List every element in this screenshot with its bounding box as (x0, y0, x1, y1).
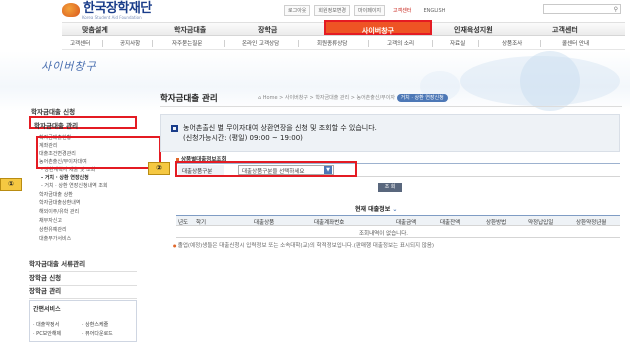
lnb-major-item[interactable]: 학자금대출 서류관리 (29, 258, 137, 272)
col-method: 상환방법 (486, 220, 507, 226)
breadcrumb-item[interactable]: 사이버창구 (285, 95, 308, 101)
footnote: 졸업(예정)생들은 대출신청시 입력정보 또는 소속대학(교)의 학적정보입니다… (173, 241, 434, 249)
col-semester: 학기 (196, 220, 207, 226)
quick-services: 간편서비스 · 대출약정서 · 상환스케줄 · PC보안해제 · 뷰어다운로드 (29, 300, 137, 342)
search-input[interactable]: ⚲ (543, 4, 621, 14)
lnb-sub-item[interactable]: 채무자신고 (39, 217, 62, 224)
breadcrumb-current: 거치 · 상환 연장신청 (396, 94, 448, 102)
quick-link[interactable]: · PC보안해제 (33, 330, 61, 337)
quick-link[interactable]: · 뷰어다운로드 (82, 330, 113, 337)
gnb-item-plan[interactable]: 맞춤설계 (82, 25, 108, 35)
hero-title: 사이버창구 (41, 60, 97, 73)
logout-link[interactable]: 로그아웃 (284, 5, 311, 16)
notice-line-2: (신청가능시간: (평일) 09:00 ~ 19:00) (183, 134, 303, 142)
notice-square-icon (171, 125, 178, 132)
breadcrumb-item[interactable]: 학자금대출 관리 (315, 95, 349, 101)
col-product: 대출상품 (254, 220, 275, 226)
lnb-major-item[interactable]: 장학금 신청 (29, 272, 137, 286)
logo-subtitle: Korea Student Aid Foundation (82, 15, 142, 20)
lnb-sub-item[interactable]: 해외이주/유학 관리 (39, 208, 79, 215)
subnav-item[interactable]: 온라인 고객상담 (242, 39, 279, 47)
query-button[interactable]: 조 회 (378, 183, 402, 192)
utility-links: 로그아웃 회원정보변경 마이페이지 고객센터 ENGLISH (284, 5, 449, 16)
subnav-item[interactable]: 고객의 소리 (387, 39, 414, 47)
customer-center-link[interactable]: 고객센터 (389, 5, 415, 16)
quick-link[interactable]: · 상환스케줄 (82, 321, 108, 328)
logo-text: 한국장학재단 (83, 1, 152, 16)
breadcrumb: ⌂ Home > 사이버창구 > 학자금대출 관리 > 농어촌출신/무이자 거치… (258, 94, 448, 102)
gnb-item-scholarship[interactable]: 장학금 (258, 25, 277, 35)
breadcrumb-item[interactable]: Home (263, 95, 278, 101)
lnb-loan-apply[interactable]: 학자금대출 신청 (31, 106, 75, 116)
mypage-link[interactable]: 마이페이지 (354, 5, 386, 16)
quick-title: 간편서비스 (33, 306, 61, 313)
page: 한국장학재단 Korea Student Aid Foundation 로그아웃… (0, 0, 630, 350)
subnav-item[interactable]: 상품조사 (502, 39, 522, 47)
table-header: 년도 학기 대출상품 대출계좌번호 대출금액 대출잔액 상환방법 약정납입일 상… (176, 215, 620, 226)
home-icon[interactable]: ⌂ (258, 95, 261, 101)
subnav-item[interactable]: 자료실 (450, 39, 465, 47)
table-empty-text: 조회내역이 없습니다. (359, 231, 409, 237)
subnav-item[interactable]: 고객센터 (70, 39, 90, 47)
table-title: 현재 대출정보 ⌄ (355, 204, 397, 213)
search-icon[interactable]: ⚲ (614, 6, 618, 13)
gnb-item-cyber-window[interactable]: 사이버창구 (324, 20, 432, 35)
gnb-item-customer[interactable]: 고객센터 (552, 25, 578, 35)
col-balance: 대출잔액 (440, 220, 461, 226)
notice-box: 농어촌출신 별 무이자대여 상환연장을 신청 및 조회할 수 있습니다. (신청… (160, 114, 620, 152)
loan-info-table: 년도 학기 대출상품 대출계좌번호 대출금액 대출잔액 상환방법 약정납입일 상… (176, 215, 620, 238)
lnb-sub-item-active[interactable]: - 거치 · 상환 연장신청 (41, 174, 89, 181)
gnb-item-talent[interactable]: 인재육성지원 (454, 25, 493, 35)
lnb-major-item[interactable]: 장학금 관리 (29, 285, 137, 299)
main-navigation: 맞춤설계 학자금대출 장학금 사이버창구 인재육성지원 고객센터 (62, 20, 625, 36)
lnb-sub-item[interactable]: 학자금대출상환내역 (39, 199, 80, 206)
col-amount: 대출금액 (396, 220, 417, 226)
form-highlight-box (175, 161, 357, 177)
table-empty-row: 조회내역이 없습니다. (176, 226, 620, 238)
notice-line-1: 농어촌출신 별 무이자대여 상환연장을 신청 및 조회할 수 있습니다. (183, 124, 377, 132)
col-account: 대출계좌번호 (314, 220, 345, 226)
page-title: 학자금대출 관리 (160, 94, 218, 104)
breadcrumb-item[interactable]: 농어촌출신/무이자 (356, 95, 395, 101)
annotation-badge-2: ② (148, 162, 170, 175)
subnav-item[interactable]: 공지사항 (120, 39, 140, 47)
col-year: 년도 (178, 220, 189, 226)
sub-navigation: 고객센터 공지사항 자주묻는질문 온라인 고객상담 회원종류상담 고객의 소리 … (62, 38, 625, 50)
english-link[interactable]: ENGLISH (419, 6, 449, 16)
lnb-loan-manage[interactable]: 학자금대출 관리 (29, 116, 137, 130)
lnb-highlight-box (36, 136, 161, 169)
member-info-link[interactable]: 회원정보변경 (314, 5, 351, 16)
lnb-sub-item[interactable]: 대출부가서비스 (39, 235, 71, 242)
lnb-sub-item[interactable]: 상환유예관리 (39, 226, 67, 233)
quick-link[interactable]: · 대출약정서 (33, 321, 59, 328)
logo-mark-icon (62, 3, 80, 17)
subnav-item[interactable]: 자주묻는질문 (172, 39, 202, 47)
subnav-item[interactable]: 회원종류상담 (317, 39, 347, 47)
lnb-sub-item[interactable]: - 거치 · 상환 연장신청내역 조회 (41, 182, 108, 189)
subnav-item[interactable]: 콜센터 안내 (562, 39, 589, 47)
col-agreement: 상환약정년월 (576, 220, 607, 226)
gnb-item-loan[interactable]: 학자금대출 (174, 25, 206, 35)
col-payday: 약정납입일 (528, 220, 554, 226)
lnb-sub-item[interactable]: 학자금대출 상환 (39, 191, 73, 198)
annotation-badge-1: ① (0, 178, 22, 191)
chevron-down-icon[interactable]: ⌄ (392, 206, 397, 213)
table-title-text: 현재 대출정보 (355, 206, 391, 213)
